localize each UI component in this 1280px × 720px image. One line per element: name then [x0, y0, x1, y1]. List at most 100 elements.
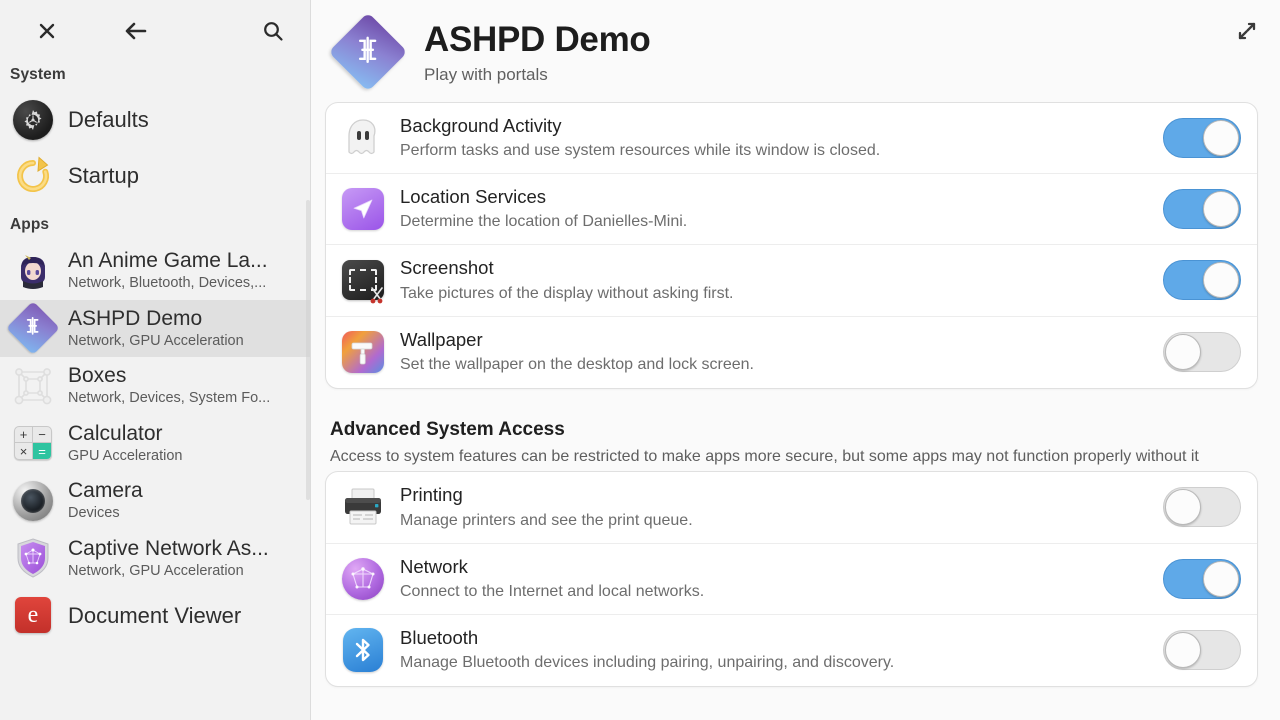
app-hero: ASHPD Demo Play with portals [311, 12, 651, 92]
permission-title: Printing [400, 484, 463, 506]
permission-title: Network [400, 555, 468, 577]
printer-icon [340, 484, 386, 530]
page-title: ASHPD Demo [424, 20, 651, 60]
sidebar-item-sublabel: Network, GPU Acceleration [68, 562, 244, 579]
expand-icon[interactable] [1230, 14, 1264, 48]
toggle-knob [1203, 120, 1239, 157]
back-arrow-icon[interactable] [119, 14, 153, 48]
permission-text: Printing Manage printers and see the pri… [400, 484, 1163, 530]
sidebar-item-text: Document Viewer [68, 603, 300, 628]
sidebar-item-label: Captive Network As... [68, 536, 269, 560]
sidebar-item-captive-network-assistant[interactable]: Captive Network As... Network, GPU Accel… [0, 530, 310, 588]
sidebar-item-text: Calculator GPU Acceleration [68, 422, 300, 466]
permission-row-printing[interactable]: Printing Manage printers and see the pri… [326, 472, 1257, 544]
sidebar-item-text: ASHPD Demo Network, GPU Acceleration [68, 307, 300, 351]
sidebar-item-camera[interactable]: Camera Devices [0, 472, 310, 530]
sidebar-scrollbar[interactable] [306, 200, 310, 500]
permission-description: Take pictures of the display without ask… [400, 284, 734, 302]
toggle-background-activity[interactable] [1163, 118, 1241, 159]
permissions-card: Background Activity Perform tasks and us… [325, 102, 1258, 389]
sidebar-item-text: Captive Network As... Network, GPU Accel… [68, 537, 300, 581]
sidebar-item-document-viewer[interactable]: e Document Viewer [0, 587, 310, 643]
sidebar-item-label: An Anime Game La... [68, 249, 268, 272]
permission-description: Manage printers and see the print queue. [400, 511, 693, 529]
sidebar-item-boxes[interactable]: Boxes Network, Devices, System Fo... [0, 357, 310, 415]
sidebar-group-system: System [10, 66, 66, 83]
sidebar-item-sublabel: Network, Devices, System Fo... [68, 390, 271, 407]
ghost-icon [340, 115, 386, 161]
main-content: ASHPD Demo Play with portals Background … [311, 0, 1280, 720]
sidebar-group-apps: Apps [10, 216, 50, 233]
permission-description: Connect to the Internet and local networ… [400, 582, 705, 600]
sidebar-item-sublabel: Network, GPU Acceleration [68, 332, 244, 349]
permission-title: Bluetooth [400, 627, 479, 649]
camera-icon [12, 480, 54, 522]
permission-title: Background Activity [400, 115, 562, 136]
boxes-icon [12, 365, 54, 407]
toggle-screenshot[interactable] [1163, 260, 1241, 301]
sidebar-item-sublabel: Network, Bluetooth, Devices,... [68, 275, 267, 292]
permission-row-screenshot[interactable]: Screenshot Take pictures of the display … [326, 245, 1257, 317]
settings-window: System Defaults Startup Apps An Anime Ga… [0, 0, 1280, 720]
sidebar-item-an-anime-game-launcher[interactable]: An Anime Game La... Network, Bluetooth, … [0, 242, 310, 300]
sidebar-item-text: Boxes Network, Devices, System Fo... [68, 364, 300, 408]
close-icon[interactable] [30, 14, 64, 48]
toggle-network[interactable] [1163, 558, 1241, 599]
sidebar-scroll-area[interactable]: System Defaults Startup Apps An Anime Ga… [0, 62, 310, 720]
permission-text: Wallpaper Set the wallpaper on the deskt… [400, 329, 1163, 375]
permission-text: Bluetooth Manage Bluetooth devices inclu… [400, 627, 1163, 673]
calc-equals-icon: = [33, 443, 51, 460]
wallpaper-icon [340, 329, 386, 375]
permission-description: Perform tasks and use system resources w… [400, 142, 881, 160]
permission-text: Network Connect to the Internet and loca… [400, 556, 1163, 602]
permission-row-network[interactable]: Network Connect to the Internet and loca… [326, 544, 1257, 615]
advanced-system-access-card: Printing Manage printers and see the pri… [325, 471, 1258, 687]
advanced-system-access-header: Advanced System Access Access to system … [330, 419, 1258, 468]
sidebar-item-label: Calculator [68, 421, 163, 445]
permission-row-location-services[interactable]: Location Services Determine the location… [326, 174, 1257, 246]
permission-title: Screenshot [400, 257, 494, 279]
sidebar-item-text: Camera Devices [68, 479, 300, 523]
document-viewer-icon: e [12, 594, 54, 636]
permission-text: Screenshot Take pictures of the display … [400, 257, 1163, 303]
section-description: Access to system features can be restric… [330, 447, 1199, 465]
search-icon[interactable] [256, 14, 290, 48]
sidebar-header [0, 0, 310, 62]
sidebar-item-calculator[interactable]: + − × = Calculator GPU Acceleration [0, 415, 310, 473]
toggle-knob [1165, 489, 1201, 526]
toggle-bluetooth[interactable] [1163, 630, 1241, 671]
sidebar-item-startup[interactable]: Startup [0, 148, 310, 204]
sidebar: System Defaults Startup Apps An Anime Ga… [0, 0, 311, 720]
network-icon [340, 556, 386, 602]
permission-description: Set the wallpaper on the desktop and loc… [400, 356, 754, 374]
settings-scroll-area[interactable]: Background Activity Perform tasks and us… [311, 102, 1280, 687]
screenshot-icon [340, 257, 386, 304]
toggle-printing[interactable] [1163, 487, 1241, 528]
sidebar-item-ashpd-demo[interactable]: ASHPD Demo Network, GPU Acceleration [0, 299, 310, 358]
sidebar-item-label: ASHPD Demo [68, 306, 203, 330]
sidebar-item-sublabel: GPU Acceleration [68, 447, 183, 464]
permission-row-wallpaper[interactable]: Wallpaper Set the wallpaper on the deskt… [326, 317, 1257, 388]
permission-row-background-activity[interactable]: Background Activity Perform tasks and us… [326, 103, 1257, 175]
sidebar-item-text: Startup [68, 163, 300, 188]
toggle-knob [1165, 632, 1201, 669]
startup-icon [12, 155, 54, 197]
permission-description: Manage Bluetooth devices including pairi… [400, 654, 895, 672]
ashpd-demo-icon [6, 301, 60, 356]
location-icon [340, 186, 386, 232]
toggle-wallpaper[interactable] [1163, 332, 1241, 373]
toggle-knob [1203, 262, 1239, 299]
sidebar-item-label: Defaults [68, 107, 149, 133]
sidebar-item-defaults[interactable]: Defaults [0, 92, 310, 148]
toggle-location-services[interactable] [1163, 189, 1241, 230]
toggle-knob [1203, 560, 1239, 597]
permission-text: Background Activity Perform tasks and us… [400, 115, 1163, 161]
sidebar-item-label: Document Viewer [68, 602, 242, 628]
permission-row-bluetooth[interactable]: Bluetooth Manage Bluetooth devices inclu… [326, 615, 1257, 686]
toggle-knob [1203, 191, 1239, 228]
permission-description: Determine the location of Danielles-Mini… [400, 213, 688, 231]
sidebar-item-text: An Anime Game La... Network, Bluetooth, … [68, 249, 300, 293]
permission-title: Wallpaper [400, 328, 483, 350]
captive-network-assistant-icon [12, 537, 54, 579]
permission-text: Location Services Determine the location… [400, 186, 1163, 232]
